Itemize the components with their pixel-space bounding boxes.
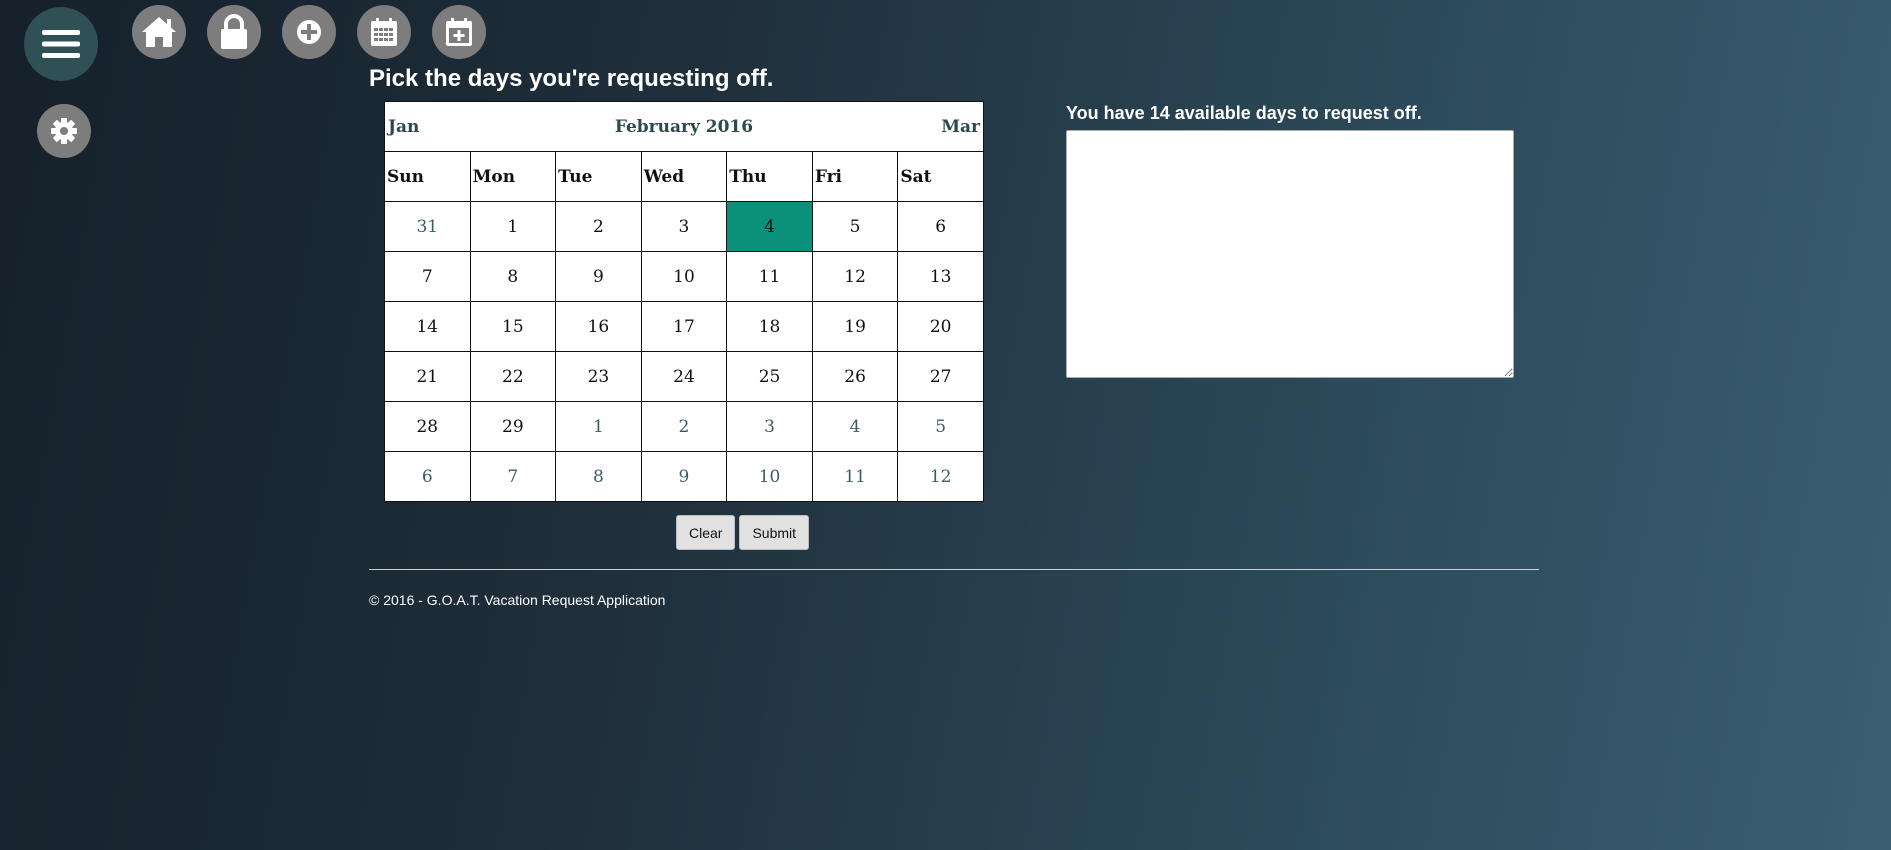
calendar-day[interactable]: 31: [384, 201, 471, 252]
calendar-week-row: 31 1 2 3 4 5 6: [384, 201, 984, 252]
footer-copyright: © 2016 - G.O.A.T. Vacation Request Appli…: [369, 592, 666, 608]
gear-icon: [51, 118, 77, 144]
calendar-day[interactable]: 21: [384, 351, 471, 402]
calendar-day[interactable]: 18: [726, 301, 813, 352]
settings-button[interactable]: [37, 104, 91, 158]
calendar-day[interactable]: 17: [640, 301, 728, 352]
calendar-day[interactable]: 12: [897, 451, 984, 502]
calendar-week-row: 6 7 8 9 10 11 12: [384, 451, 984, 502]
calendar-day[interactable]: 8: [469, 251, 557, 302]
vacation-calendar: Jan February 2016 Mar Sun Mon Tue Wed Th…: [383, 101, 985, 502]
calendar-week-row: 7 8 9 10 11 12 13: [384, 251, 984, 302]
calendar-day[interactable]: 3: [640, 201, 728, 252]
calendar-day[interactable]: 26: [811, 351, 899, 402]
calendar-day[interactable]: 22: [469, 351, 557, 402]
weekday-header: Sat: [897, 151, 984, 202]
calendar-week-row: 28 29 1 2 3 4 5: [384, 401, 984, 452]
home-button[interactable]: [132, 5, 186, 59]
calendar-day[interactable]: 11: [811, 451, 899, 502]
weekday-header: Mon: [469, 151, 557, 202]
calendar-icon: [371, 18, 397, 46]
calendar-day[interactable]: 20: [897, 301, 984, 352]
calendar-day[interactable]: 4: [811, 401, 899, 452]
weekday-header: Sun: [384, 151, 471, 202]
calendar-day[interactable]: 9: [640, 451, 728, 502]
lock-icon: [221, 14, 247, 49]
calendar-day[interactable]: 28: [384, 401, 471, 452]
calendar-day[interactable]: 6: [897, 201, 984, 252]
hamburger-menu-icon: [42, 30, 80, 58]
menu-button[interactable]: [24, 7, 98, 81]
calendar-day[interactable]: 7: [469, 451, 557, 502]
weekday-header-row: Sun Mon Tue Wed Thu Fri Sat: [384, 151, 984, 202]
request-notes-textarea[interactable]: [1066, 130, 1514, 378]
calendar-week-row: 21 22 23 24 25 26 27: [384, 351, 984, 402]
calendar-day[interactable]: 5: [811, 201, 899, 252]
calendar-week-row: 14 15 16 17 18 19 20: [384, 301, 984, 352]
calendar-day[interactable]: 11: [726, 251, 813, 302]
calendar-day[interactable]: 2: [555, 201, 642, 252]
plus-circle-icon: [297, 20, 321, 44]
calendar-day[interactable]: 29: [469, 401, 557, 452]
clear-button[interactable]: Clear: [676, 515, 736, 550]
calendar-day[interactable]: 2: [640, 401, 728, 452]
calendar-day[interactable]: 14: [384, 301, 471, 352]
calendar-day[interactable]: 10: [726, 451, 813, 502]
prev-month-link[interactable]: Jan: [383, 101, 556, 152]
calendar-day[interactable]: 25: [726, 351, 813, 402]
calendar-day[interactable]: 23: [555, 351, 642, 402]
calendar-day[interactable]: 1: [555, 401, 642, 452]
submit-button[interactable]: Submit: [739, 515, 810, 550]
calendar-day[interactable]: 19: [811, 301, 899, 352]
home-icon: [142, 17, 176, 47]
calendar-button[interactable]: [357, 5, 411, 59]
calendar-day[interactable]: 15: [469, 301, 557, 352]
calendar-day[interactable]: 27: [897, 351, 984, 402]
calendar-day[interactable]: 24: [640, 351, 728, 402]
calendar-day-selected[interactable]: 4: [726, 201, 813, 252]
calendar-day[interactable]: 16: [555, 301, 642, 352]
calendar-month-title: February 2016: [555, 101, 813, 152]
weekday-header: Thu: [726, 151, 813, 202]
calendar-add-icon: [446, 18, 472, 46]
add-calendar-button[interactable]: [432, 5, 486, 59]
calendar-actions: Clear Submit: [676, 515, 810, 550]
available-days-label: You have 14 available days to request of…: [1066, 103, 1422, 123]
lock-button[interactable]: [207, 5, 261, 59]
page-title: Pick the days you're requesting off.: [369, 65, 774, 92]
next-month-link[interactable]: Mar: [812, 101, 985, 152]
calendar-day[interactable]: 9: [555, 251, 642, 302]
calendar-month-row: Jan February 2016 Mar: [383, 101, 985, 152]
calendar-day[interactable]: 13: [897, 251, 984, 302]
calendar-day[interactable]: 7: [384, 251, 471, 302]
weekday-header: Wed: [640, 151, 728, 202]
footer-divider: [369, 569, 1539, 570]
calendar-day[interactable]: 10: [640, 251, 728, 302]
calendar-day[interactable]: 1: [469, 201, 557, 252]
calendar-day[interactable]: 5: [897, 401, 984, 452]
weekday-header: Fri: [811, 151, 899, 202]
calendar-day[interactable]: 8: [555, 451, 642, 502]
calendar-day[interactable]: 3: [726, 401, 813, 452]
add-button[interactable]: [282, 5, 336, 59]
calendar-day[interactable]: 12: [811, 251, 899, 302]
weekday-header: Tue: [555, 151, 642, 202]
calendar-day[interactable]: 6: [384, 451, 471, 502]
